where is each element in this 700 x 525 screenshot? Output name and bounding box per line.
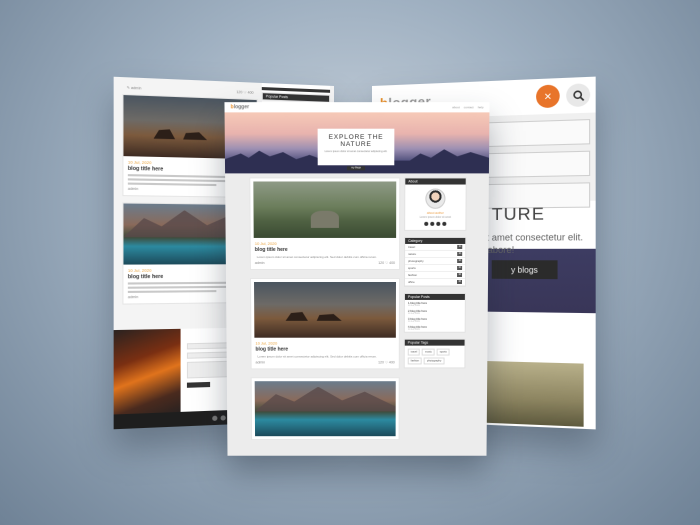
post-author: admin bbox=[255, 360, 266, 365]
close-button[interactable]: × bbox=[536, 84, 560, 109]
post-meta: admin 120 ♡ 400 bbox=[255, 261, 395, 265]
post-meta: admin 120 ♡ 400 bbox=[256, 360, 395, 364]
about-widget: About about author Lorem ipsum dolor sit… bbox=[404, 177, 467, 231]
post-card-2[interactable]: 10 Jul, 2020 blog title here Lorem ipsum… bbox=[249, 278, 401, 370]
author-name: about author bbox=[426, 210, 444, 215]
widget-heading: Popular Posts bbox=[262, 93, 330, 102]
send-message-button[interactable] bbox=[186, 381, 211, 388]
tag-list: travel music sports fashion photography bbox=[405, 346, 465, 368]
post-stats: 120 ♡ 400 bbox=[378, 360, 395, 365]
popular-post-item[interactable]: 3.blog title here 10 Jul, 2020 bbox=[405, 316, 465, 324]
right-post-image bbox=[472, 356, 588, 430]
author-bio: Lorem ipsum dolor sit amet bbox=[419, 215, 452, 219]
nav-link-about[interactable]: about bbox=[452, 105, 460, 109]
post-image-lake bbox=[254, 381, 396, 437]
site-logo[interactable]: blogger bbox=[231, 104, 250, 110]
post-stats: 120 ♡ 400 bbox=[378, 261, 396, 266]
category-item[interactable]: nature 10 bbox=[405, 250, 466, 258]
post-image-valley bbox=[253, 181, 397, 238]
my-blogs-button[interactable]: y blogs bbox=[491, 260, 558, 280]
category-item[interactable]: fashion 10 bbox=[405, 272, 466, 280]
post-title[interactable]: blog title here bbox=[255, 247, 395, 253]
nav-links: about contact help bbox=[452, 105, 483, 109]
post-card-1[interactable]: 10 Jul, 2020 blog title here Lorem ipsum… bbox=[249, 177, 401, 271]
post-date: 10 Jul, 2020 bbox=[254, 240, 277, 246]
instagram-icon[interactable] bbox=[436, 221, 441, 226]
hero-subtitle: Lorem ipsum dolor sit amet consectetur a… bbox=[324, 150, 388, 154]
author-avatar bbox=[425, 188, 446, 209]
popular-post-item[interactable]: 1.blog title here 10 Jul, 2020 bbox=[405, 300, 465, 308]
twitter-icon[interactable] bbox=[430, 221, 435, 226]
twitter-icon[interactable] bbox=[220, 414, 226, 421]
hero-title: TURE bbox=[491, 203, 545, 225]
search-icon bbox=[572, 89, 584, 101]
popular-tags-widget: Popular Tags travel music sports fashion… bbox=[403, 338, 466, 369]
post-author: admin bbox=[254, 261, 265, 266]
post-author: admin bbox=[127, 186, 139, 192]
category-item[interactable]: office 10 bbox=[404, 279, 466, 286]
post-card-3[interactable] bbox=[250, 377, 400, 441]
post-list: 10 Jul, 2020 blog title here Lorem ipsum… bbox=[249, 177, 401, 447]
post-excerpt: Lorem ipsum dolor sit amet consectetur a… bbox=[257, 354, 377, 359]
hero-title: EXPLORE THE NATURE bbox=[328, 133, 384, 149]
widget-heading: About bbox=[405, 178, 466, 185]
youtube-icon[interactable] bbox=[442, 221, 447, 226]
facebook-icon[interactable] bbox=[211, 415, 217, 421]
nav-link-contact[interactable]: contact bbox=[464, 105, 474, 109]
post-author: admin bbox=[127, 294, 139, 300]
category-item[interactable]: photography 10 bbox=[405, 257, 466, 266]
top-nav: blogger about contact help bbox=[224, 102, 490, 113]
hero-box: EXPLORE THE NATURE Lorem ipsum dolor sit … bbox=[317, 128, 395, 171]
popular-posts-widget: Popular Posts 1.blog title here 10 Jul, 2… bbox=[403, 292, 466, 333]
facebook-icon[interactable] bbox=[424, 221, 429, 226]
author-social bbox=[405, 221, 465, 226]
category-widget: Category travel 10 nature 10 photography 10… bbox=[403, 236, 467, 287]
popular-post-item[interactable]: 4.blog title here 10 Jul, 2020 bbox=[405, 324, 465, 332]
tag-item[interactable]: travel bbox=[407, 348, 421, 356]
category-item[interactable]: sports 10 bbox=[405, 265, 466, 273]
search-button[interactable] bbox=[566, 83, 591, 108]
hero-banner: EXPLORE THE NATURE Lorem ipsum dolor sit … bbox=[224, 112, 490, 174]
left-top-meta: ✎ admin 120 ♡ 400 bbox=[126, 85, 254, 95]
tag-item[interactable]: fashion bbox=[407, 357, 423, 365]
tag-item[interactable]: photography bbox=[424, 357, 445, 365]
tag-item[interactable]: music bbox=[422, 348, 435, 356]
popular-post-item[interactable]: 2.blog title here 10 Jul, 2020 bbox=[405, 308, 465, 316]
center-page-preview: blogger about contact help EXPLORE THE NA… bbox=[224, 102, 490, 456]
contact-image-volcano bbox=[113, 328, 181, 415]
post-image-canyon bbox=[254, 281, 396, 338]
close-icon: × bbox=[544, 88, 552, 104]
nav-link-help[interactable]: help bbox=[478, 105, 484, 109]
tag-item[interactable]: sports bbox=[436, 348, 450, 356]
sidebar: About about author Lorem ipsum dolor sit… bbox=[403, 177, 467, 374]
post-excerpt: Lorem ipsum dolor sit amet consectetur a… bbox=[256, 254, 378, 259]
post-title[interactable]: blog title here bbox=[255, 347, 394, 353]
post-date: 10 Jul, 2020 bbox=[255, 340, 278, 346]
my-blogs-button[interactable]: my blogs bbox=[346, 166, 366, 171]
category-item[interactable]: travel 10 bbox=[405, 243, 466, 251]
